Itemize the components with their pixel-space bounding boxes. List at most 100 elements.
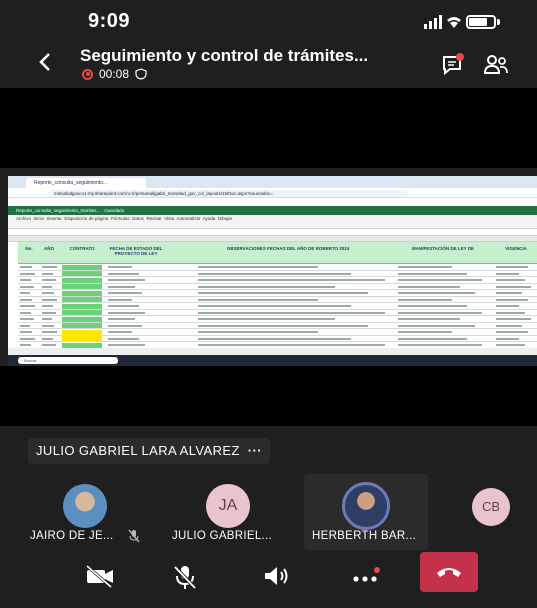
cell-text xyxy=(496,272,519,275)
speaker-icon[interactable] xyxy=(262,564,292,588)
participant-tile[interactable]: JAIRO DE JE... xyxy=(20,474,150,550)
cell-text xyxy=(42,324,55,327)
cell-text xyxy=(108,344,146,346)
cell-text xyxy=(108,331,132,333)
ribbon-item: Vista xyxy=(164,216,175,221)
url-text: minsaludgovco1-my.sharepoint.com/:x:/r/p… xyxy=(48,190,408,197)
cell-text xyxy=(198,337,352,340)
ribbon-item: Datos xyxy=(132,216,144,221)
mic-off-icon[interactable] xyxy=(172,564,198,590)
camera-off-icon[interactable] xyxy=(84,564,116,588)
cell-text xyxy=(198,292,368,294)
ribbon-item: Revisar xyxy=(146,216,162,221)
cell-text xyxy=(20,279,31,281)
cell-text xyxy=(108,318,136,320)
cell-text xyxy=(198,311,385,314)
cell-text xyxy=(42,266,57,268)
contract-cell xyxy=(62,271,102,276)
ribbon-item: Automatizar xyxy=(176,216,201,221)
cell-text xyxy=(496,337,519,340)
cell-text xyxy=(198,285,335,288)
status-bar: 9:09 xyxy=(0,0,537,42)
call-controls xyxy=(0,552,537,608)
contract-cell xyxy=(62,297,102,302)
cell-text xyxy=(398,318,460,320)
cell-text xyxy=(496,311,526,314)
ribbon-item: Insertar xyxy=(46,216,62,221)
cell-text xyxy=(496,344,526,346)
cell-text xyxy=(398,298,452,301)
cell-text xyxy=(20,337,35,340)
cell-text xyxy=(198,279,385,281)
ribbon-item: Ayuda xyxy=(202,216,216,221)
contract-cell xyxy=(62,264,102,270)
shared-screen[interactable]: Reporte_consulta_seguimiento... minsalud… xyxy=(8,176,537,366)
cell-text xyxy=(20,331,33,333)
cell-text xyxy=(42,279,56,281)
cell-text xyxy=(398,279,482,281)
header-cell: VIGENCIA xyxy=(505,246,527,251)
cell-text xyxy=(42,305,53,307)
contract-cell xyxy=(62,303,102,309)
cell-text xyxy=(198,298,318,301)
cell-text xyxy=(496,266,529,268)
cell-text xyxy=(496,324,522,327)
cell-text xyxy=(496,279,526,281)
hang-up-icon xyxy=(437,568,461,577)
cell-text xyxy=(198,344,385,346)
header-cell: No. xyxy=(25,246,33,251)
header-cell: OBSERVACIONES FECHAS DEL AÑO DE ROBERTO … xyxy=(226,246,350,251)
participant-name: HERBERTH BAR... xyxy=(312,530,416,542)
recording-time: 00:08 xyxy=(99,67,130,81)
browser-tab: Reporte_consulta_seguimiento... xyxy=(26,178,146,188)
stage-bottom xyxy=(0,366,537,426)
header-cell: FECHA DE ESTADO DEL PROYECTO DE LEY xyxy=(109,246,163,256)
ribbon-item: Archivo xyxy=(16,216,32,221)
cell-text xyxy=(398,272,467,275)
participant-tile[interactable]: JA JULIO GABRIEL... xyxy=(160,474,298,550)
header-cell: AÑO xyxy=(44,246,54,251)
leave-call-button[interactable] xyxy=(420,552,478,592)
contract-cell xyxy=(62,290,102,296)
contract-cell xyxy=(62,342,102,348)
participants-icon[interactable] xyxy=(482,52,510,78)
cell-text xyxy=(42,344,56,346)
participant-tiles: JAIRO DE JE... JA JULIO GABRIEL... HERBE… xyxy=(0,474,537,552)
cell-text xyxy=(198,324,368,327)
stage-top xyxy=(0,88,537,168)
cell-text xyxy=(20,266,33,268)
cell-text xyxy=(20,272,35,275)
taskbar-search: Buscar xyxy=(18,357,118,364)
active-speaker-pill[interactable]: JULIO GABRIEL LARA ALVAREZ ··· xyxy=(28,438,270,464)
cell-text xyxy=(20,305,35,307)
cell-text xyxy=(20,298,33,301)
cell-text xyxy=(198,331,318,333)
chat-icon[interactable] xyxy=(440,52,466,78)
spreadsheet-grid: No. AÑO CONTRATO FECHA DE ESTADO DEL PRO… xyxy=(8,236,537,349)
contract-cell xyxy=(62,310,102,315)
cell-text xyxy=(42,311,56,314)
formula-bar xyxy=(8,229,537,236)
back-icon[interactable] xyxy=(34,50,58,74)
recording-icon xyxy=(82,68,93,80)
more-icon[interactable] xyxy=(350,564,380,588)
cell-text xyxy=(496,331,529,333)
cell-text xyxy=(398,266,452,268)
cell-text xyxy=(42,331,57,333)
excel-app-bar: Reporte_consulta_seguimiento_tramites...… xyxy=(8,206,537,215)
cell-text xyxy=(108,285,136,288)
contract-cell xyxy=(62,329,102,335)
cell-text xyxy=(108,279,146,281)
cell-text xyxy=(496,292,522,294)
cell-text xyxy=(108,298,132,301)
participant-name: JAIRO DE JE... xyxy=(30,530,114,542)
cell-text xyxy=(398,285,460,288)
participant-tile[interactable]: CB xyxy=(440,474,537,550)
participant-tile-active[interactable]: HERBERTH BAR... xyxy=(304,474,428,550)
cell-text xyxy=(398,305,467,307)
bookmarks-bar xyxy=(8,198,537,206)
cell-text xyxy=(398,311,482,314)
sheet-header-row: No. AÑO CONTRATO FECHA DE ESTADO DEL PRO… xyxy=(18,242,537,264)
more-icon[interactable]: ··· xyxy=(248,443,262,458)
browser-tabstrip: Reporte_consulta_seguimiento... xyxy=(8,176,537,188)
